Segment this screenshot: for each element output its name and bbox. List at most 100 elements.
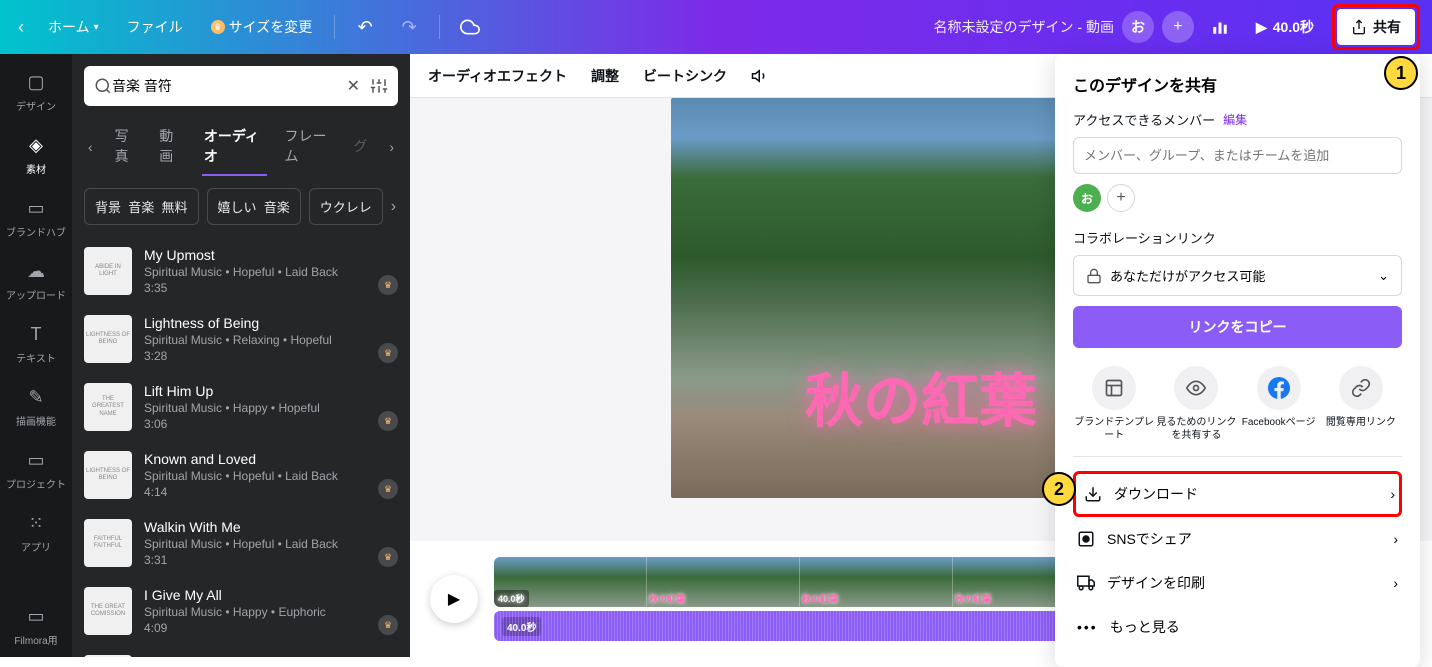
rail-filmora[interactable]: ▭Filmora用 (0, 594, 72, 657)
duration-display[interactable]: ▶ 40.0秒 (1246, 11, 1324, 43)
rail-elements[interactable]: ◈素材 (0, 123, 72, 186)
pill-row: 背景 音楽 無料 嬉しい 音楽 ウクレレ › (72, 176, 410, 237)
left-rail: ▢デザイン ◈素材 ▭ブランドハブ ☁アップロード Tテキスト ✎描画機能 ▭プ… (0, 54, 72, 657)
search-icon (94, 77, 112, 95)
beat-sync-button[interactable]: ビートシンク (643, 66, 727, 86)
adjust-button[interactable]: 調整 (591, 66, 619, 86)
link-permission-select[interactable]: あなただけがアクセス可能 ⌄ (1073, 255, 1402, 296)
rail-apps[interactable]: ⁙アプリ (0, 501, 72, 564)
track-duration: 3:28 (144, 349, 398, 363)
track-item[interactable]: ABIDE IN LIGHT My Upmost Spiritual Music… (84, 237, 398, 305)
share-highlight: 共有 (1332, 4, 1420, 50)
rail-brand[interactable]: ▭ブランドハブ (0, 186, 72, 249)
track-item[interactable]: FAITHFUL FAITHFUL Walkin With Me Spiritu… (84, 509, 398, 577)
home-menu[interactable]: ホーム ▾ (38, 9, 109, 45)
track-item[interactable]: LIGHTNESS OF Slow River ♛ (84, 645, 398, 657)
crown-icon: ♛ (211, 20, 225, 34)
track-sub: Spiritual Music • Hopeful • Laid Back (144, 537, 398, 551)
track-sub: Spiritual Music • Relaxing • Hopeful (144, 333, 398, 347)
annotation-badge-1: 1 (1384, 56, 1418, 90)
access-members-label: アクセスできるメンバー 編集 (1073, 110, 1402, 129)
design-title[interactable]: 名称未設定のデザイン - 動画 (934, 17, 1114, 37)
track-thumb: THE GREATEST NAME (84, 383, 132, 431)
tab-photo[interactable]: 写真 (113, 118, 142, 176)
avatar-row: お + (1073, 184, 1402, 212)
share-button[interactable]: 共有 (1337, 9, 1415, 45)
undo-button[interactable]: ↶ (347, 9, 383, 45)
download-row[interactable]: ダウンロード › (1073, 471, 1402, 517)
track-sub: Spiritual Music • Happy • Euphoric (144, 605, 398, 619)
pill-bg[interactable]: 背景 音楽 無料 (84, 188, 199, 225)
print-icon (1077, 574, 1095, 592)
rail-draw[interactable]: ✎描画機能 (0, 375, 72, 438)
track-item[interactable]: LIGHTNESS OF BEING Lightness of Being Sp… (84, 305, 398, 373)
resize-menu[interactable]: ♛サイズを変更 (201, 9, 323, 45)
track-title: Lift Him Up (144, 383, 398, 399)
share-opt-view-link[interactable]: 見るためのリンクを共有する (1156, 366, 1236, 442)
annotation-badge-2: 2 (1042, 472, 1076, 506)
folder-icon: ▭ (24, 448, 48, 472)
add-member-button[interactable]: + (1162, 11, 1194, 43)
premium-badge-icon: ♛ (378, 275, 398, 295)
tab-row: ‹ 写真 動画 オーディオ フレーム グ › (72, 118, 410, 176)
copy-link-button[interactable]: リンクをコピー (1073, 306, 1402, 348)
share-options-grid: ブランドテンプレート 見るためのリンクを共有する Facebookページ 閲覧専… (1073, 366, 1402, 457)
track-list[interactable]: ABIDE IN LIGHT My Upmost Spiritual Music… (72, 237, 410, 657)
add-member-plus[interactable]: + (1107, 184, 1135, 212)
rail-upload[interactable]: ☁アップロード (0, 249, 72, 312)
pencil-icon: ✎ (24, 385, 48, 409)
tab-frame[interactable]: フレーム (283, 118, 336, 176)
share-opt-facebook[interactable]: Facebookページ (1239, 366, 1319, 442)
rail-text[interactable]: Tテキスト (0, 312, 72, 375)
cloud-sync-icon[interactable] (452, 9, 488, 45)
share-panel: このデザインを共有 アクセスできるメンバー 編集 お + コラボレーションリンク… (1055, 54, 1420, 667)
rail-projects[interactable]: ▭プロジェクト (0, 438, 72, 501)
user-avatar[interactable]: お (1122, 11, 1154, 43)
template-icon: ▢ (24, 70, 48, 94)
separator (439, 15, 440, 39)
track-duration: 4:14 (144, 485, 398, 499)
track-item[interactable]: THE GREATEST NAME Lift Him Up Spiritual … (84, 373, 398, 441)
pill-ukulele[interactable]: ウクレレ (309, 188, 383, 225)
chevron-right-icon: › (1393, 575, 1398, 591)
tab-more[interactable]: グ (351, 128, 369, 166)
text-icon: T (24, 322, 48, 346)
more-row[interactable]: ••• もっと見る (1073, 605, 1402, 649)
share-opt-viewonly-link[interactable]: 閲覧専用リンク (1321, 366, 1401, 442)
track-sub: Spiritual Music • Happy • Hopeful (144, 401, 398, 415)
play-button[interactable]: ▶ (430, 575, 478, 623)
shapes-icon: ◈ (24, 133, 48, 157)
pill-happy[interactable]: 嬉しい 音楽 (207, 188, 301, 225)
tabs-prev[interactable]: ‹ (84, 135, 97, 159)
redo-button[interactable]: ↷ (391, 9, 427, 45)
tabs-next[interactable]: › (385, 135, 398, 159)
analytics-button[interactable] (1202, 9, 1238, 45)
video-overlay-text: 秋の紅葉 (805, 354, 1037, 438)
more-icon: ••• (1077, 619, 1098, 635)
clear-search-button[interactable]: ✕ (343, 72, 364, 100)
print-row[interactable]: デザインを印刷 › (1073, 561, 1402, 605)
file-menu[interactable]: ファイル (117, 9, 193, 45)
search-settings-icon[interactable] (370, 77, 388, 95)
tab-audio[interactable]: オーディオ (202, 118, 267, 176)
top-bar: ‹ ホーム ▾ ファイル ♛サイズを変更 ↶ ↷ 名称未設定のデザイン - 動画… (0, 0, 1432, 54)
edit-members-link[interactable]: 編集 (1223, 111, 1247, 128)
back-button[interactable]: ‹ (12, 11, 30, 44)
collab-link-label: コラボレーションリンク (1073, 228, 1402, 247)
pills-next[interactable]: › (391, 198, 396, 216)
member-input[interactable] (1073, 137, 1402, 174)
rail-design[interactable]: ▢デザイン (0, 60, 72, 123)
sns-share-row[interactable]: SNSでシェア › (1073, 517, 1402, 561)
volume-icon[interactable] (751, 67, 769, 85)
tab-video[interactable]: 動画 (157, 118, 186, 176)
member-avatar[interactable]: お (1073, 184, 1101, 212)
audio-effect-button[interactable]: オーディオエフェクト (428, 66, 567, 86)
track-thumb: ABIDE IN LIGHT (84, 247, 132, 295)
track-item[interactable]: LIGHTNESS OF BEING Known and Loved Spiri… (84, 441, 398, 509)
share-opt-brand-template[interactable]: ブランドテンプレート (1074, 366, 1154, 442)
track-item[interactable]: THE GREAT COMISSION I Give My All Spirit… (84, 577, 398, 645)
track-duration: 3:35 (144, 281, 398, 295)
search-input[interactable] (112, 78, 343, 94)
chevron-right-icon: › (1393, 531, 1398, 547)
premium-badge-icon: ♛ (378, 479, 398, 499)
